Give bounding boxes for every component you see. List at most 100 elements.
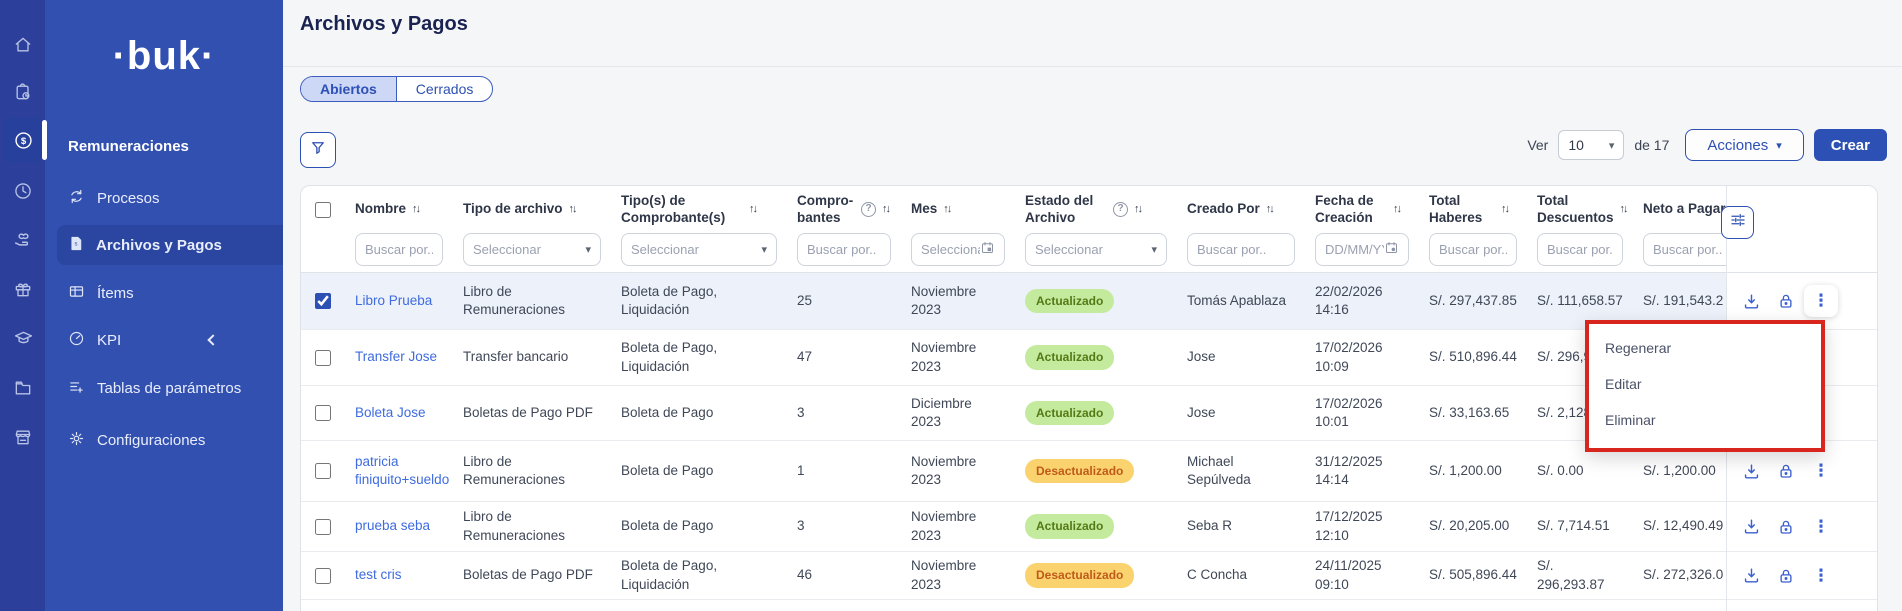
filter-descuentos-input[interactable] <box>1537 233 1623 266</box>
benefits-hand-heart-icon[interactable] <box>12 229 34 251</box>
month-cell: Diciembre 2023 <box>901 395 1015 431</box>
kebab-menu-button[interactable]: ⋮ <box>1804 285 1838 317</box>
filter-fecha-datepicker[interactable]: DD/MM/YYYY <box>1315 233 1409 266</box>
menu-item-regenerar[interactable]: Regenerar <box>1589 330 1821 366</box>
sort-icon[interactable]: ↑↓ <box>1266 203 1273 217</box>
month-cell: Noviembre 2023 <box>901 508 1015 544</box>
kebab-menu-icon[interactable]: ⋮ <box>1810 460 1832 482</box>
sidebar-item-configuraciones[interactable]: Configuraciones <box>57 420 283 460</box>
download-icon[interactable] <box>1740 460 1762 482</box>
file-name-link[interactable]: Transfer Jose <box>355 349 437 364</box>
row-checkbox[interactable] <box>315 293 331 309</box>
kebab-menu-icon[interactable]: ⋮ <box>1810 565 1832 587</box>
sliders-icon <box>1729 211 1747 234</box>
total-haberes-cell: S/. 297,437.85 <box>1419 292 1527 310</box>
download-icon[interactable] <box>1740 565 1762 587</box>
vouchers-count-cell: 46 <box>787 566 901 584</box>
sort-icon[interactable]: ↑↓ <box>412 203 419 217</box>
gift-box-icon[interactable] <box>12 278 34 300</box>
total-descuentos-cell: S/. 0.00 <box>1527 462 1633 480</box>
filter-comprobantes-input[interactable] <box>797 233 891 266</box>
marketplace-store-icon[interactable] <box>12 426 34 448</box>
row-checkbox[interactable] <box>315 405 331 421</box>
row-checkbox[interactable] <box>315 568 331 584</box>
filter-mes-datepicker[interactable]: Seleccionar <box>911 233 1005 266</box>
column-label: Creado Por <box>1187 201 1260 218</box>
column-label: Compro-bantes <box>797 193 855 227</box>
tab-abiertos[interactable]: Abiertos <box>301 77 397 101</box>
help-icon[interactable]: ? <box>1113 202 1128 217</box>
creator-cell: Seba R <box>1177 517 1305 535</box>
kebab-menu-icon[interactable]: ⋮ <box>1810 516 1832 538</box>
download-icon[interactable] <box>1740 516 1762 538</box>
filter-estado-select[interactable]: Seleccionar▾ <box>1025 233 1167 266</box>
filter-haberes-input[interactable] <box>1429 233 1517 266</box>
file-name-link[interactable]: test cris <box>355 567 402 582</box>
sort-icon[interactable]: ↑↓ <box>882 203 889 217</box>
sort-icon[interactable]: ↑↓ <box>749 203 756 217</box>
sidebar: ·buk· Remuneraciones Procesos s Archivos… <box>45 0 283 611</box>
filter-nombre-input[interactable] <box>355 233 443 266</box>
create-button[interactable]: Crear <box>1814 129 1887 161</box>
sidebar-item-tablas-de-parametros[interactable]: Tablas de parámetros <box>57 368 283 408</box>
chevron-left-icon[interactable] <box>207 334 218 345</box>
select-placeholder: Seleccionar <box>1035 242 1103 257</box>
kebab-glyph: ⋮ <box>1813 517 1830 537</box>
lock-icon[interactable] <box>1775 460 1797 482</box>
download-icon[interactable] <box>1740 290 1762 312</box>
lock-icon[interactable] <box>1775 516 1797 538</box>
select-all-checkbox[interactable] <box>315 202 331 218</box>
sidebar-item-kpi[interactable]: KPI <box>57 320 283 360</box>
sidebar-item-label: KPI <box>97 332 121 349</box>
total-haberes-cell: S/. 33,163.65 <box>1419 404 1527 422</box>
chevron-down-icon: ▾ <box>1609 139 1615 152</box>
sidebar-item-items[interactable]: Ítems <box>57 273 283 313</box>
row-checkbox[interactable] <box>315 463 331 479</box>
voucher-types-cell: Boleta de Pago, Liquidación <box>611 557 787 593</box>
file-name-link[interactable]: Libro Prueba <box>355 293 432 308</box>
voucher-types-cell: Boleta de Pago, Liquidación <box>611 283 787 319</box>
sidebar-item-procesos[interactable]: Procesos <box>57 178 283 218</box>
status-badge: Actualizado <box>1025 289 1114 313</box>
voucher-types-cell: Boleta de Pago <box>611 517 787 535</box>
sort-icon[interactable]: ↑↓ <box>569 203 576 217</box>
table-grid-icon <box>68 283 85 304</box>
file-name-link[interactable]: patricia finiquito+sueldo <box>355 454 449 487</box>
sort-icon[interactable]: ↑↓ <box>1501 203 1508 217</box>
lock-icon[interactable] <box>1775 565 1797 587</box>
chevron-down-icon: ▾ <box>585 243 591 256</box>
sort-icon[interactable]: ↑↓ <box>1134 203 1141 217</box>
filter-creado-por-input[interactable] <box>1187 233 1295 266</box>
file-name-link[interactable]: prueba seba <box>355 518 430 533</box>
menu-item-editar[interactable]: Editar <box>1589 366 1821 402</box>
voucher-types-cell: Boleta de Pago, Liquidación <box>611 339 787 375</box>
filter-tipo-comprobante-select[interactable]: Seleccionar▾ <box>621 233 777 266</box>
schedule-clipboard-icon[interactable] <box>12 81 34 103</box>
creator-cell: Jose <box>1177 404 1305 422</box>
time-clock-icon[interactable] <box>12 180 34 202</box>
file-name-link[interactable]: Boleta Jose <box>355 405 426 420</box>
sort-icon[interactable]: ↑↓ <box>1620 203 1627 217</box>
column-settings-button[interactable] <box>1721 206 1754 239</box>
filter-tipo-archivo-select[interactable]: Seleccionar▾ <box>463 233 601 266</box>
document-icon: s <box>68 235 84 256</box>
tab-cerrados[interactable]: Cerrados <box>397 77 493 101</box>
month-cell: Noviembre 2023 <box>901 339 1015 375</box>
help-icon[interactable]: ? <box>861 202 876 217</box>
sidebar-item-archivos-y-pagos[interactable]: s Archivos y Pagos <box>57 225 283 265</box>
payroll-dollar-icon[interactable]: $ <box>12 129 34 151</box>
filter-button[interactable] <box>300 132 336 168</box>
actions-button[interactable]: Acciones ▾ <box>1685 129 1803 161</box>
page-size-select[interactable]: 10 ▾ <box>1558 130 1624 160</box>
home-icon[interactable] <box>12 34 34 56</box>
row-checkbox[interactable] <box>315 350 331 366</box>
training-graduation-icon[interactable] <box>12 327 34 349</box>
documents-folder-icon[interactable] <box>12 377 34 399</box>
sort-icon[interactable]: ↑↓ <box>943 203 950 217</box>
main-content: Archivos y Pagos Abiertos Cerrados Ver 1… <box>283 0 1902 611</box>
row-checkbox[interactable] <box>315 519 331 535</box>
month-cell: Noviembre 2023 <box>901 557 1015 593</box>
menu-item-eliminar[interactable]: Eliminar <box>1589 402 1821 438</box>
lock-icon[interactable] <box>1775 290 1797 312</box>
sort-icon[interactable]: ↑↓ <box>1393 203 1400 217</box>
